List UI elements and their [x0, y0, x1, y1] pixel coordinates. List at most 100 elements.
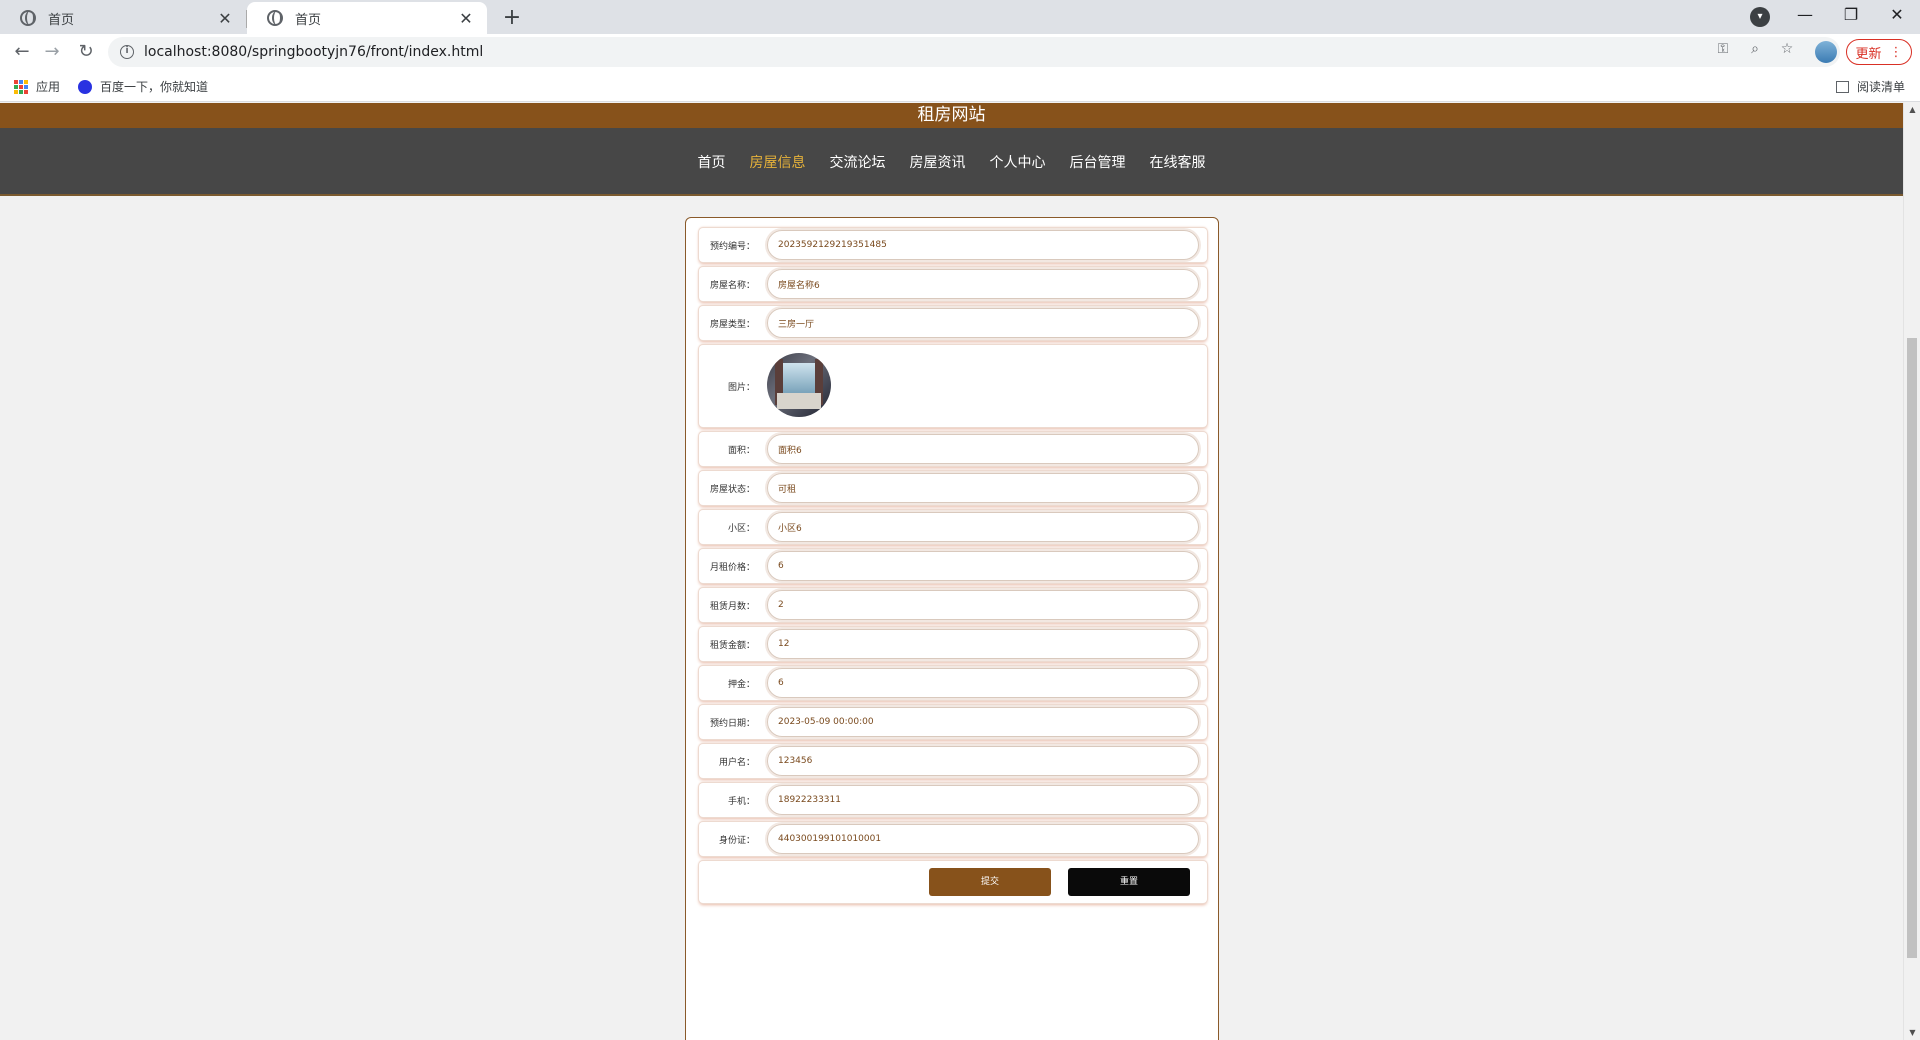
zoom-icon[interactable]: ⌕: [1746, 41, 1764, 57]
field-label: 身份证：: [718, 835, 755, 846]
nav-personal-center[interactable]: 个人中心: [989, 152, 1047, 172]
close-tab-icon[interactable]: ✕: [216, 9, 234, 28]
key-icon[interactable]: ⚿: [1714, 41, 1732, 57]
url-text[interactable]: localhost:8080/springbootyjn76/front/ind…: [144, 44, 483, 60]
scroll-down-icon[interactable]: ▼: [1904, 1026, 1920, 1040]
form-row-monthly-rent: 月租价格： 6: [699, 549, 1207, 583]
house-type-field[interactable]: 三房一厅: [767, 308, 1199, 338]
bookmark-baidu[interactable]: 百度一下，你就知道: [78, 78, 208, 95]
apps-grid-icon: [14, 79, 28, 94]
field-label: 房屋状态：: [709, 484, 755, 495]
minimize-icon[interactable]: —: [1782, 0, 1828, 34]
reading-list-label: 阅读清单: [1857, 80, 1906, 94]
field-label: 小区：: [727, 523, 755, 534]
community-field[interactable]: 小区6: [767, 512, 1199, 542]
field-label: 预约编号：: [709, 241, 755, 252]
nav-home[interactable]: 首页: [697, 152, 727, 172]
globe-icon: [20, 10, 36, 26]
nav-house-news[interactable]: 房屋资讯: [909, 152, 967, 172]
close-tab-icon[interactable]: ✕: [457, 9, 475, 28]
username-field[interactable]: 123456: [767, 746, 1199, 776]
house-name-field[interactable]: 房屋名称6: [767, 269, 1199, 299]
baidu-paw-icon: [78, 79, 92, 94]
close-window-icon[interactable]: ✕: [1874, 0, 1920, 34]
field-label: 租赁金额：: [709, 640, 755, 651]
scroll-up-icon[interactable]: ▲: [1904, 103, 1920, 117]
browser-tab-1[interactable]: 首页 ✕: [0, 2, 246, 34]
reading-list[interactable]: 阅读清单: [1836, 78, 1905, 95]
booking-number-field[interactable]: 2023592129219351485: [767, 230, 1199, 260]
form-row-username: 用户名： 123456: [699, 744, 1207, 778]
nav-admin[interactable]: 后台管理: [1069, 152, 1127, 172]
nav-forum[interactable]: 交流论坛: [829, 152, 887, 172]
monthly-rent-field[interactable]: 6: [767, 551, 1199, 581]
submit-button[interactable]: 提交: [929, 868, 1051, 896]
field-label: 租赁月数：: [709, 601, 755, 612]
form-row-image: 图片：: [699, 345, 1207, 427]
tab-title: 首页: [295, 12, 322, 28]
lease-months-field[interactable]: 2: [767, 590, 1199, 620]
tab-search-icon[interactable]: ▾: [1750, 7, 1770, 27]
scroll-thumb[interactable]: [1907, 338, 1917, 958]
form-row-lease-amount: 租赁金额： 12: [699, 627, 1207, 661]
page-scrollbar[interactable]: ▲ ▼: [1903, 103, 1920, 1040]
area-field[interactable]: 面积6: [767, 434, 1199, 464]
back-arrow-icon[interactable]: ←: [8, 38, 36, 66]
field-label: 手机：: [727, 796, 755, 807]
new-tab-button[interactable]: +: [498, 4, 526, 32]
tab-strip: 首页 ✕ 首页 ✕ + ▾ — ❐ ✕: [0, 0, 1920, 34]
bookmark-apps[interactable]: 应用: [14, 78, 60, 95]
nav-list: 首页 房屋信息 交流论坛 房屋资讯 个人中心 后台管理 在线客服: [0, 128, 1903, 196]
browser-tab-2[interactable]: 首页 ✕: [247, 2, 487, 34]
house-status-field[interactable]: 可租: [767, 473, 1199, 503]
id-card-field[interactable]: 440300199101010001: [767, 824, 1199, 854]
bookmark-label: 百度一下，你就知道: [100, 80, 209, 94]
main-nav: 首页 房屋信息 交流论坛 房屋资讯 个人中心 后台管理 在线客服: [0, 128, 1903, 196]
bookmark-label: 应用: [36, 80, 61, 94]
phone-field[interactable]: 18922233311: [767, 785, 1199, 815]
house-photo: [767, 353, 831, 417]
reading-list-icon: [1836, 80, 1849, 93]
form-row-phone: 手机： 18922233311: [699, 783, 1207, 817]
field-label: 面积：: [727, 445, 755, 456]
form-row-deposit: 押金： 6: [699, 666, 1207, 700]
info-icon[interactable]: i: [120, 45, 134, 59]
form-row-id-card: 身份证： 440300199101010001: [699, 822, 1207, 856]
browser-toolbar: ← → ↻ i localhost:8080/springbootyjn76/f…: [0, 34, 1920, 70]
page-viewport: 租房网站 首页 房屋信息 交流论坛 房屋资讯 个人中心 后台管理 在线客服 预约编号： 202…: [0, 103, 1903, 1040]
tab-title: 首页: [48, 12, 75, 28]
field-label: 房屋名称：: [709, 280, 755, 291]
reload-icon[interactable]: ↻: [72, 38, 100, 66]
bookmarks-bar: 应用 百度一下，你就知道 阅读清单: [0, 70, 1920, 102]
update-label: 更新: [1855, 46, 1882, 62]
star-icon[interactable]: ☆: [1778, 41, 1796, 57]
field-label: 用户名：: [718, 757, 755, 768]
booking-form: 预约编号： 2023592129219351485 房屋名称： 房屋名称6 房屋类型： 三…: [685, 217, 1219, 1040]
lease-amount-field[interactable]: 12: [767, 629, 1199, 659]
address-bar[interactable]: i localhost:8080/springbootyjn76/front/i…: [108, 37, 1840, 67]
form-row-house-status: 房屋状态： 可租: [699, 471, 1207, 505]
field-label: 房屋类型：: [709, 319, 755, 330]
form-row-booking-date: 预约日期： 2023-05-09 00:00:00: [699, 705, 1207, 739]
more-menu-icon: ⋮: [1889, 44, 1903, 60]
globe-icon: [267, 10, 283, 26]
field-label: 押金：: [727, 679, 755, 690]
form-row-house-name: 房屋名称： 房屋名称6: [699, 267, 1207, 301]
field-label: 月租价格：: [709, 562, 755, 573]
profile-avatar[interactable]: [1815, 41, 1837, 63]
forward-arrow-icon[interactable]: →: [38, 38, 66, 66]
deposit-field[interactable]: 6: [767, 668, 1199, 698]
reset-button[interactable]: 重置: [1068, 868, 1190, 896]
form-row-area: 面积： 面积6: [699, 432, 1207, 466]
booking-date-field[interactable]: 2023-05-09 00:00:00: [767, 707, 1199, 737]
form-row-booking-number: 预约编号： 2023592129219351485: [699, 228, 1207, 262]
update-button[interactable]: 更新 ⋮: [1846, 39, 1912, 65]
nav-house-info[interactable]: 房屋信息: [749, 152, 807, 172]
field-label: 预约日期：: [709, 718, 755, 729]
form-row-lease-months: 租赁月数： 2: [699, 588, 1207, 622]
site-title: 租房网站: [0, 103, 1903, 128]
nav-online-service[interactable]: 在线客服: [1149, 152, 1207, 172]
restore-icon[interactable]: ❐: [1828, 0, 1874, 34]
form-row-house-type: 房屋类型： 三房一厅: [699, 306, 1207, 340]
field-label: 图片：: [727, 382, 755, 393]
